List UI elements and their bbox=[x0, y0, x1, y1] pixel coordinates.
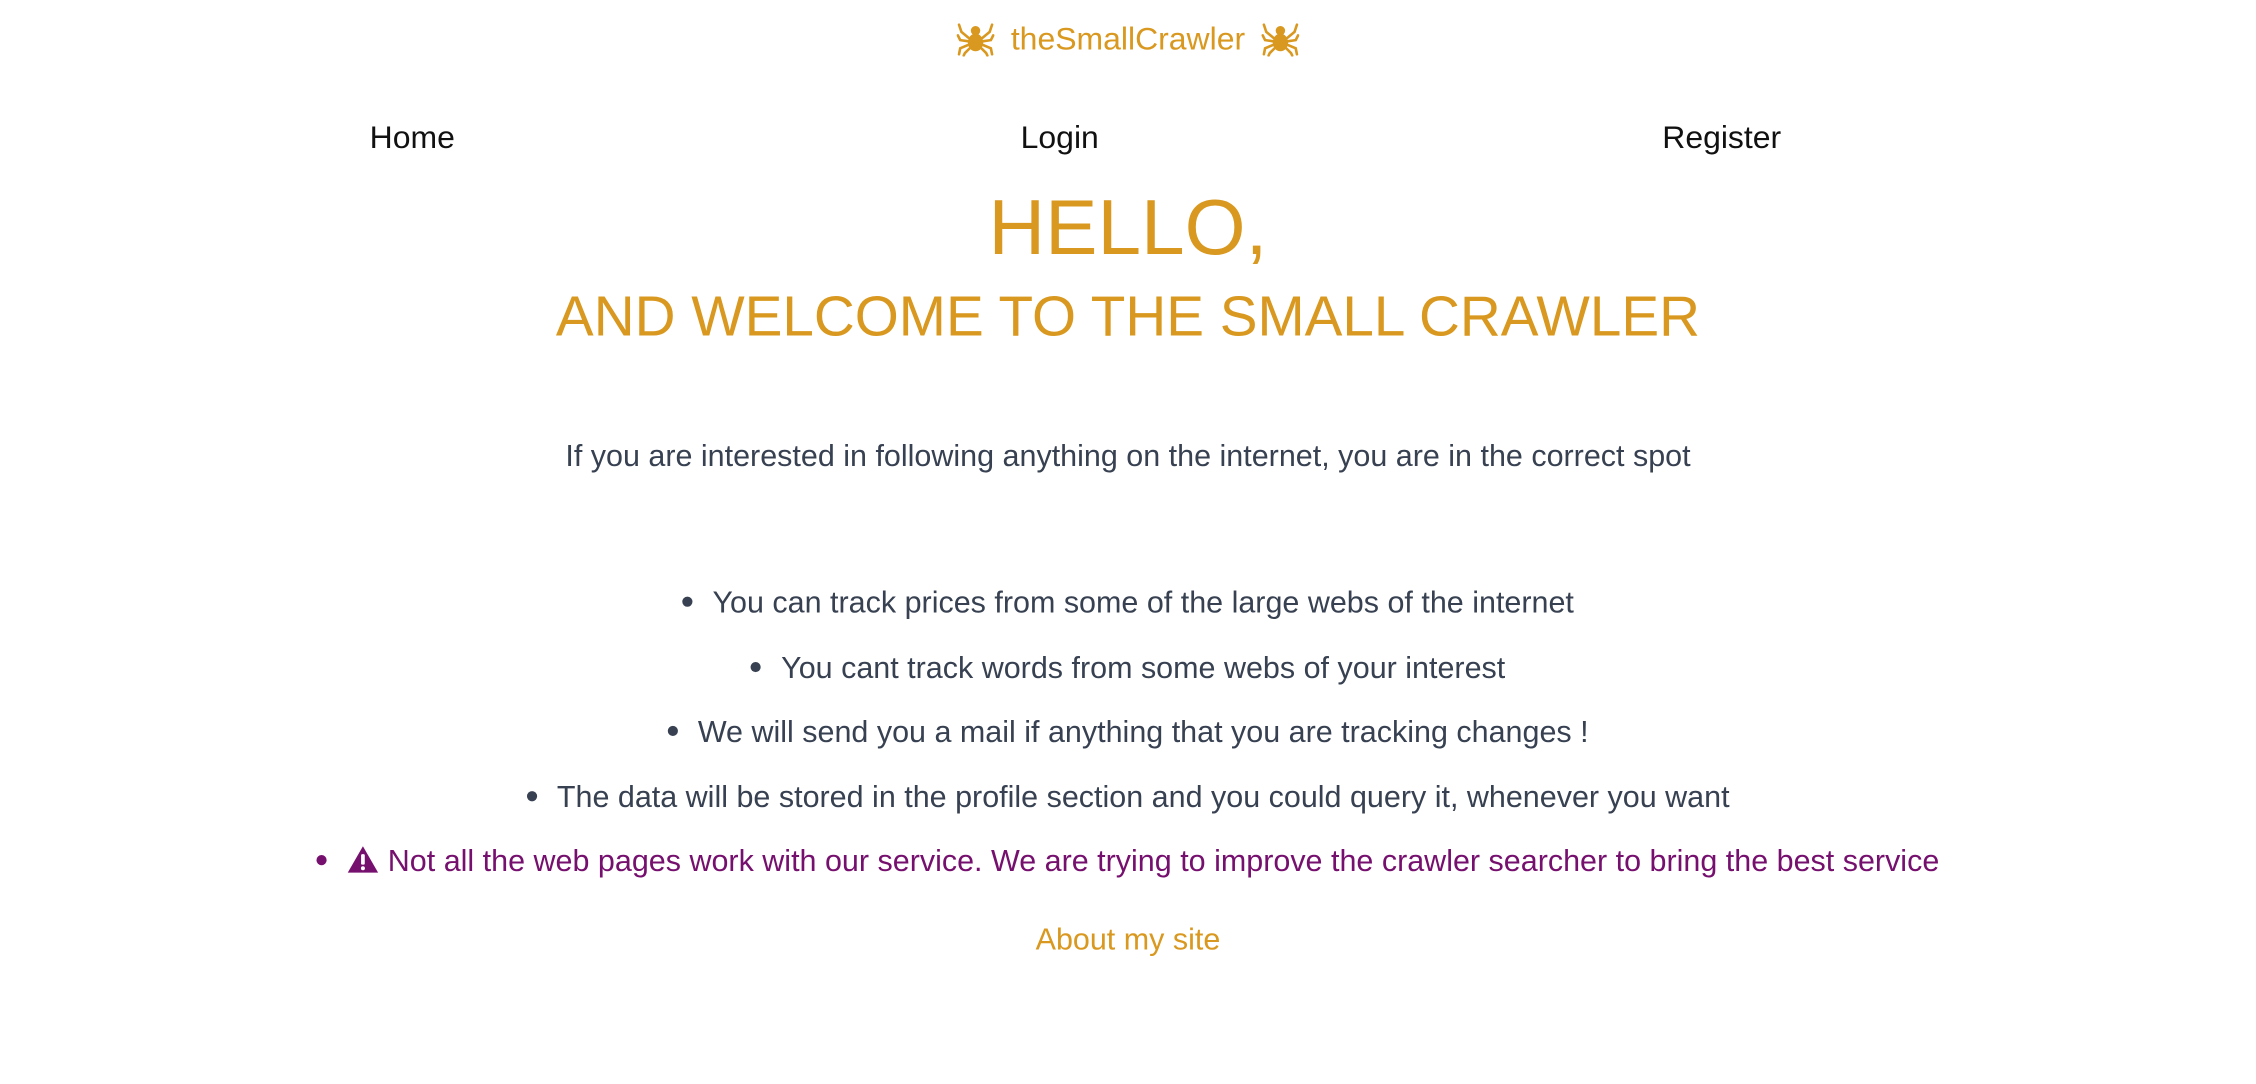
warning-text: Not all the web pages work with our serv… bbox=[387, 844, 1940, 879]
bullet-icon bbox=[526, 790, 537, 801]
spider-icon bbox=[956, 23, 995, 57]
warning-icon bbox=[347, 846, 379, 873]
about-section: About my site bbox=[0, 923, 2256, 958]
nav-login-link[interactable]: Login bbox=[1021, 119, 1099, 157]
hero-welcome: AND WELCOME TO THE SMALL CRAWLER bbox=[555, 285, 1701, 349]
hero-greeting: HELLO, bbox=[988, 184, 1268, 272]
list-item: You can track prices from some of the la… bbox=[0, 584, 2256, 649]
feature-text: The data will be stored in the profile s… bbox=[556, 780, 1730, 814]
page: theSmallCrawler Home Login Register HELL… bbox=[0, 0, 2256, 1084]
about-link[interactable]: About my site bbox=[1036, 923, 1221, 956]
intro-text: If you are interested in following anyth… bbox=[565, 439, 1691, 474]
feature-text: We will send you a mail if anything that… bbox=[697, 715, 1589, 750]
feature-text: You cant track words from some webs of y… bbox=[781, 651, 1506, 685]
brand-title: theSmallCrawler bbox=[1010, 20, 1246, 57]
spider-icon bbox=[1261, 23, 1299, 57]
nav-register-link[interactable]: Register bbox=[1662, 119, 1781, 157]
feature-list: You can track prices from some of the la… bbox=[0, 584, 2256, 907]
nav-home-link[interactable]: Home bbox=[370, 119, 455, 157]
bullet-icon bbox=[667, 725, 678, 737]
bullet-icon bbox=[682, 596, 693, 607]
list-item: We will send you a mail if anything that… bbox=[0, 713, 2256, 778]
feature-text: You can track prices from some of the la… bbox=[712, 586, 1574, 620]
site-brand[interactable]: theSmallCrawler bbox=[0, 19, 2256, 58]
bullet-icon bbox=[750, 661, 761, 672]
warning-item: Not all the web pages work with our serv… bbox=[0, 842, 2256, 907]
bullet-icon bbox=[316, 855, 327, 866]
list-item: The data will be stored in the profile s… bbox=[0, 777, 2256, 842]
list-item: You cant track words from some webs of y… bbox=[0, 648, 2256, 713]
